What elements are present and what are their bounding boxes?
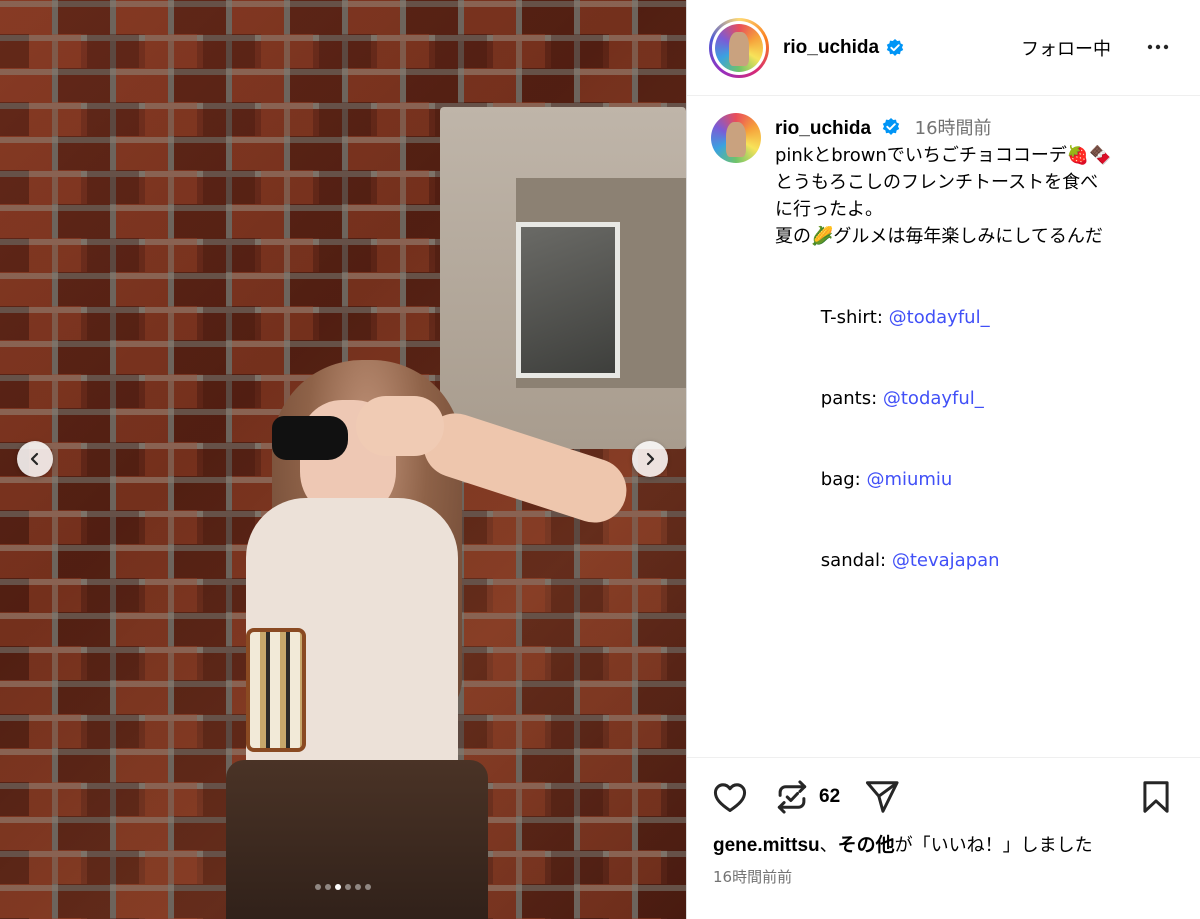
post-photo — [0, 0, 686, 919]
liked-by-suffix: が「いいね！」しました — [894, 835, 1093, 856]
chevron-left-icon — [30, 452, 39, 466]
repost-button[interactable] — [773, 778, 811, 819]
carousel-dot — [345, 884, 351, 890]
caption-line: 夏の🌽グルメは毎年楽しみにしてるんだ — [775, 226, 1103, 247]
credit-line: T-shirt: @todayful_ — [775, 277, 1175, 358]
credit-line: bag: @miumiu — [775, 439, 1175, 520]
caption-line: に行ったよ。 — [775, 199, 883, 220]
credit-mention[interactable]: @miumiu — [866, 469, 952, 490]
post-timestamp[interactable]: 16時間前前 — [713, 866, 792, 887]
liked-by-user[interactable]: gene.mittsu — [713, 835, 820, 856]
caption-timestamp[interactable]: 16時間前 — [915, 118, 992, 139]
bookmark-icon — [1143, 781, 1169, 813]
share-button[interactable] — [863, 778, 901, 819]
carousel-prev-button[interactable] — [17, 441, 53, 477]
brick-wall — [0, 0, 686, 34]
verified-badge-icon — [886, 38, 904, 56]
heart-icon — [713, 783, 747, 812]
caption-line: とうもろこしのフレンチトーストを食べ — [775, 172, 1099, 193]
more-horizontal-icon — [1147, 44, 1169, 50]
carousel-dot — [355, 884, 361, 890]
credit-label: pants: — [820, 388, 883, 409]
carousel-next-button[interactable] — [632, 441, 668, 477]
credit-line: sandal: @tevajapan — [775, 520, 1175, 601]
person-hand-peace-sign — [356, 396, 444, 456]
author-avatar[interactable] — [709, 17, 769, 78]
post-side-panel: rio_uchida フォロー中 rio_uchida 16時間前 pinkとb… — [686, 0, 1200, 919]
more-options-button[interactable] — [1143, 32, 1173, 62]
caption-username[interactable]: rio_uchida — [775, 118, 871, 139]
repost-icon — [777, 780, 807, 814]
carousel-dot — [315, 884, 321, 890]
carousel-dot — [365, 884, 371, 890]
striped-bag — [246, 628, 306, 752]
credit-label: bag: — [820, 469, 867, 490]
repost-count[interactable]: 62 — [819, 786, 840, 808]
carousel-indicator — [0, 884, 686, 890]
save-button[interactable] — [1137, 778, 1175, 819]
like-button[interactable] — [711, 778, 749, 819]
chevron-right-icon — [646, 452, 655, 466]
liked-by-others[interactable]: その他 — [838, 835, 895, 856]
brick-wall — [0, 34, 686, 68]
post-header: rio_uchida フォロー中 — [687, 0, 1200, 96]
verified-badge-icon — [883, 118, 900, 135]
caption-line: pinkとbrownでいちごチョココーデ🍓🍫 — [775, 145, 1112, 166]
person-sunglasses — [272, 416, 348, 460]
credit-label: sandal: — [820, 550, 892, 571]
credit-mention[interactable]: @todayful_ — [889, 307, 990, 328]
caption-body: rio_uchida 16時間前 pinkとbrownでいちごチョココーデ🍓🍫 … — [775, 113, 1175, 757]
paper-plane-icon — [865, 781, 899, 813]
credit-line: pants: @todayful_ — [775, 358, 1175, 439]
post-actions: 62 gene.mittsu、その他が「いいね！」しました 16時間前前 — [687, 757, 1200, 919]
carousel-dot — [335, 884, 341, 890]
carousel-dot — [325, 884, 331, 890]
caption-section: rio_uchida 16時間前 pinkとbrownでいちごチョココーデ🍓🍫 … — [687, 97, 1200, 757]
liked-by-separator: 、 — [819, 835, 838, 856]
person-pants — [226, 760, 488, 919]
credit-label: T-shirt: — [820, 307, 889, 328]
wall-window-glass — [516, 222, 620, 378]
following-button[interactable]: フォロー中 — [1021, 35, 1111, 61]
credit-mention[interactable]: @todayful_ — [883, 388, 984, 409]
liked-by-text: gene.mittsu、その他が「いいね！」しました — [713, 830, 1093, 857]
caption-avatar[interactable] — [711, 113, 761, 163]
author-username[interactable]: rio_uchida — [783, 37, 879, 59]
credit-mention[interactable]: @tevajapan — [892, 550, 1000, 571]
brick-wall — [0, 68, 686, 102]
